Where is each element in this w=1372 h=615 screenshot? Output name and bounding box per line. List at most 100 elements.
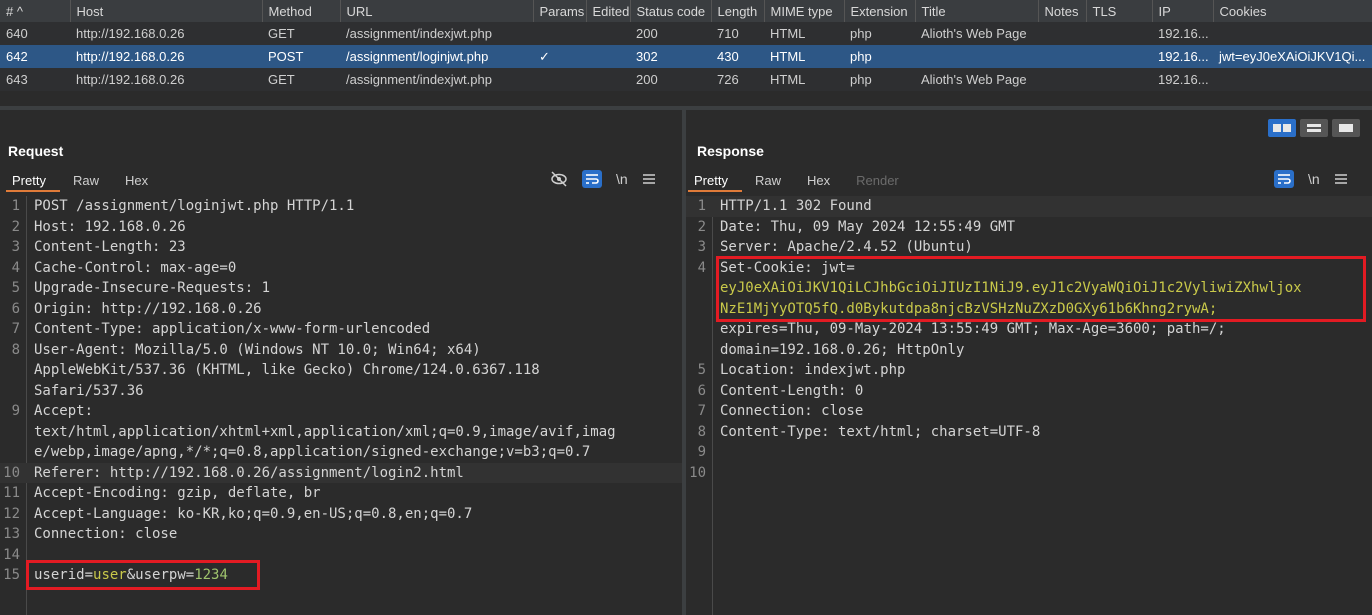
code-line[interactable]: expires=Thu, 09-May-2024 13:55:49 GMT; M… xyxy=(686,319,1372,340)
newline-toggle[interactable]: \n xyxy=(616,171,628,187)
column-header[interactable]: # ^ xyxy=(0,0,71,22)
line-text: text/html,application/xhtml+xml,applicat… xyxy=(34,423,616,440)
column-header[interactable]: Method xyxy=(262,0,341,22)
line-text: User-Agent: Mozilla/5.0 (Windows NT 10.0… xyxy=(34,341,481,358)
word-wrap-icon[interactable] xyxy=(582,170,602,188)
code-line[interactable]: 8 User-Agent: Mozilla/5.0 (Windows NT 10.… xyxy=(0,340,682,361)
menu-icon[interactable] xyxy=(1334,173,1348,185)
line-number: 14 xyxy=(3,546,20,563)
layout-single-button[interactable] xyxy=(1332,119,1360,137)
cell-host: http://192.168.0.26 xyxy=(70,45,262,68)
column-header[interactable]: Length xyxy=(711,0,765,22)
line-number: 11 xyxy=(3,485,20,501)
tab-render[interactable]: Render xyxy=(843,170,912,192)
code-line[interactable]: 1 POST /assignment/loginjwt.php HTTP/1.1 xyxy=(0,196,682,217)
code-line[interactable]: text/html,application/xhtml+xml,applicat… xyxy=(0,422,682,443)
cell-length: 710 xyxy=(711,22,764,45)
tab-pretty[interactable]: Pretty xyxy=(688,170,742,192)
code-line[interactable]: 2 Date: Thu, 09 May 2024 12:55:49 GMT xyxy=(686,217,1372,238)
column-header[interactable]: IP xyxy=(1152,0,1214,22)
cell-mime: HTML xyxy=(764,22,844,45)
word-wrap-icon[interactable] xyxy=(1274,170,1294,188)
menu-icon[interactable] xyxy=(642,173,656,185)
code-line[interactable]: 12 Accept-Language: ko-KR,ko;q=0.9,en-US;… xyxy=(0,504,682,525)
set-cookie-highlight-box xyxy=(716,256,1366,322)
code-line[interactable]: 7 Content-Type: application/x-www-form-ur… xyxy=(0,319,682,340)
column-header[interactable]: TLS xyxy=(1086,0,1153,22)
cell-tls xyxy=(1086,22,1152,45)
tab-hex[interactable]: Hex xyxy=(794,170,843,192)
layout-stacked-button[interactable] xyxy=(1300,119,1328,137)
tab-raw[interactable]: Raw xyxy=(742,170,794,192)
code-line[interactable]: Safari/537.36 xyxy=(0,381,682,402)
column-header[interactable]: Status code xyxy=(630,0,712,22)
code-line[interactable]: 6 Content-Length: 0 xyxy=(686,381,1372,402)
line-number: 4 xyxy=(11,259,20,276)
line-text: Host: 192.168.0.26 xyxy=(34,218,186,235)
code-line[interactable]: 2 Host: 192.168.0.26 xyxy=(0,217,682,238)
column-header[interactable]: URL xyxy=(340,0,534,22)
response-tabs: Pretty Raw Hex Render xyxy=(688,170,912,192)
tab-pretty[interactable]: Pretty xyxy=(6,170,60,192)
line-number: 2 xyxy=(11,218,20,235)
code-line[interactable]: AppleWebKit/537.36 (KHTML, like Gecko) C… xyxy=(0,360,682,381)
newline-toggle[interactable]: \n xyxy=(1308,171,1320,187)
cell-ext: php xyxy=(844,22,915,45)
table-row[interactable]: 642 http://192.168.0.26 POST/assignment/lo… xyxy=(0,45,1372,68)
line-text: expires=Thu, 09-May-2024 13:55:49 GMT; M… xyxy=(720,321,1226,337)
line-number: 1 xyxy=(697,198,706,214)
table-row[interactable]: 640 http://192.168.0.26 GET/assignment/ind… xyxy=(0,22,1372,45)
tab-hex[interactable]: Hex xyxy=(112,170,161,192)
column-header[interactable]: Cookies xyxy=(1213,0,1372,22)
code-line[interactable]: 3 Content-Length: 23 xyxy=(0,237,682,258)
cell-method: GET xyxy=(262,22,340,45)
column-header[interactable]: Host xyxy=(70,0,263,22)
code-line[interactable]: 10 Referer: http://192.168.0.26/assignmen… xyxy=(0,462,682,483)
column-header[interactable]: Params xyxy=(533,0,587,22)
column-header[interactable]: MIME type xyxy=(764,0,845,22)
code-line[interactable]: 7 Connection: close xyxy=(686,401,1372,422)
tab-raw[interactable]: Raw xyxy=(60,170,112,192)
table-row[interactable]: 643 http://192.168.0.26 GET/assignment/ind… xyxy=(0,68,1372,91)
line-text: Date: Thu, 09 May 2024 12:55:49 GMT xyxy=(720,218,1016,235)
code-line[interactable]: 1 HTTP/1.1 302 Found xyxy=(686,196,1372,217)
cell-ip: 192.16... xyxy=(1152,45,1213,68)
code-line[interactable]: 3 Server: Apache/2.4.52 (Ubuntu) xyxy=(686,237,1372,258)
code-line[interactable]: 9 Accept: xyxy=(0,401,682,422)
line-text: Location: indexjwt.php xyxy=(720,362,906,378)
line-text: Accept-Encoding: gzip, deflate, br xyxy=(34,485,321,501)
line-text: Content-Type: text/html; charset=UTF-8 xyxy=(720,423,1041,440)
cell-mime: HTML xyxy=(764,68,844,91)
code-line[interactable]: e/webp,image/apng,*/*;q=0.8,application/… xyxy=(0,442,682,463)
column-header[interactable]: Title xyxy=(915,0,1039,22)
column-header[interactable]: Notes xyxy=(1038,0,1087,22)
cell-params: ✓ xyxy=(533,45,586,68)
code-line[interactable]: 11 Accept-Encoding: gzip, deflate, br xyxy=(0,483,682,504)
body-highlight-box xyxy=(26,560,260,590)
code-line[interactable]: 9 xyxy=(686,442,1372,463)
cell-host: http://192.168.0.26 xyxy=(70,22,262,45)
code-line[interactable]: 10 xyxy=(686,463,1372,484)
line-text: POST /assignment/loginjwt.php HTTP/1.1 xyxy=(34,198,355,214)
code-line[interactable]: 5 Upgrade-Insecure-Requests: 1 xyxy=(0,278,682,299)
cell-title xyxy=(915,45,1038,68)
line-number: 5 xyxy=(11,280,20,296)
layout-side-by-side-button[interactable] xyxy=(1268,119,1296,137)
line-text: Upgrade-Insecure-Requests: 1 xyxy=(34,280,271,296)
code-line[interactable]: 4 Cache-Control: max-age=0 xyxy=(0,258,682,279)
line-number: 6 xyxy=(11,300,20,317)
request-editor[interactable]: 1 POST /assignment/loginjwt.php HTTP/1.1 2… xyxy=(0,196,682,615)
cell-num: 643 xyxy=(0,68,70,91)
cell-status: 200 xyxy=(630,68,711,91)
column-header[interactable]: Edited xyxy=(586,0,631,22)
line-text: Connection: close xyxy=(720,403,864,419)
line-text: Content-Length: 0 xyxy=(720,382,864,399)
code-line[interactable]: 13 Connection: close xyxy=(0,524,682,545)
hide-eye-icon[interactable] xyxy=(550,171,568,187)
code-line[interactable]: 8 Content-Type: text/html; charset=UTF-8 xyxy=(686,422,1372,443)
code-line[interactable]: 5 Location: indexjwt.php xyxy=(686,360,1372,381)
column-header[interactable]: Extension xyxy=(844,0,916,22)
line-text: Origin: http://192.168.0.26 xyxy=(34,300,262,317)
code-line[interactable]: 6 Origin: http://192.168.0.26 xyxy=(0,299,682,320)
code-line[interactable]: domain=192.168.0.26; HttpOnly xyxy=(686,340,1372,361)
